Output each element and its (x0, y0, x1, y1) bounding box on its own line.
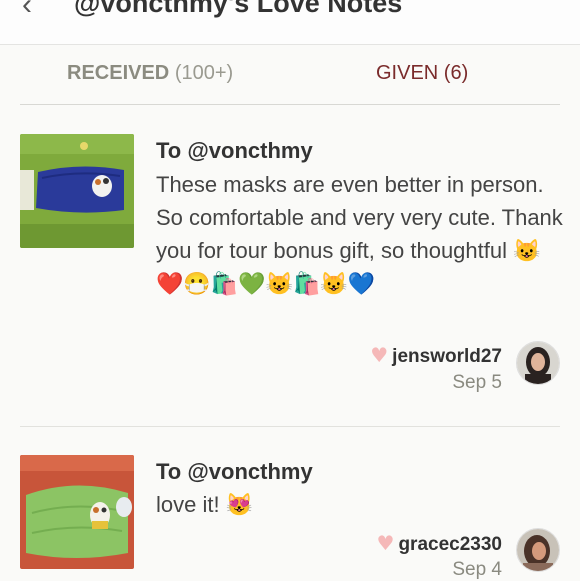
header-bar: ‹ @voncthmy's Love Notes (0, 0, 580, 45)
heart-icon: ♥ (370, 343, 389, 367)
listing-thumbnail[interactable] (20, 455, 134, 569)
tab-received-count: (100+) (174, 62, 234, 84)
note-divider (20, 426, 560, 427)
note-username: jensworld27 (392, 346, 502, 367)
note-date: Sep 4 (452, 559, 502, 580)
tab-bar: RECEIVED (100+) GIVEN (6) (0, 50, 580, 106)
tab-given[interactable]: GIVEN (6) (376, 62, 468, 85)
note-text: love it! 😻 (156, 492, 254, 517)
note-recipient: To @voncthmy (156, 459, 313, 484)
chevron-left-icon[interactable]: ‹ (22, 0, 32, 20)
tab-received[interactable]: RECEIVED (100+) (67, 62, 233, 85)
note-author[interactable]: ♥ gracec2330 (377, 531, 502, 556)
heart-icon: ♥ (376, 531, 395, 555)
tab-divider (20, 104, 560, 105)
note-author[interactable]: ♥ jensworld27 (370, 343, 502, 368)
listing-thumbnail[interactable] (20, 134, 134, 248)
avatar[interactable] (516, 528, 560, 572)
note-username: gracec2330 (398, 534, 502, 555)
avatar[interactable] (516, 341, 560, 385)
note-text: These masks are even better in person. S… (156, 172, 563, 296)
note-date: Sep 5 (452, 372, 502, 393)
note-recipient: To @voncthmy (156, 138, 313, 163)
tab-received-label: RECEIVED (67, 62, 170, 84)
page-title: @voncthmy's Love Notes (74, 0, 403, 18)
